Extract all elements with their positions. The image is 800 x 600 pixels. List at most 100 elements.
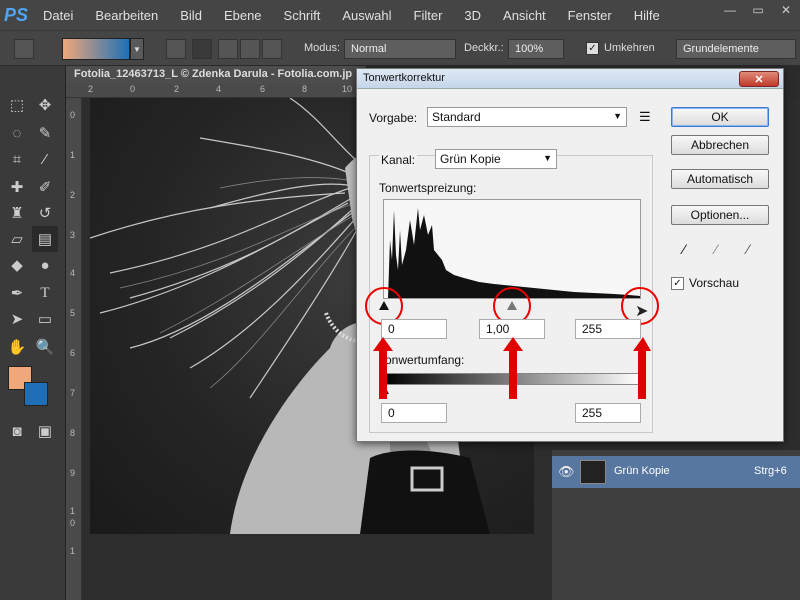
vertical-ruler: 0 1 2 3 4 5 6 7 8 9 1 0 1 [66,98,82,600]
ruler-tick-label: 3 [70,230,76,240]
auto-button[interactable]: Automatisch [671,169,769,189]
eye-icon[interactable]: 👁 [558,464,575,480]
menu-bar: PS Datei Bearbeiten Bild Ebene Schrift A… [0,0,800,30]
mode-select[interactable]: Normal [344,39,456,59]
gradient-picker[interactable] [62,38,130,60]
menu-window[interactable]: Fenster [557,8,623,23]
menu-view[interactable]: Ansicht [492,8,557,23]
lasso-tool-icon[interactable]: ◌ [4,120,30,146]
healing-tool-icon[interactable]: ✚ [4,174,30,200]
options-button[interactable]: Optionen... [671,205,769,225]
menu-type[interactable]: Schrift [273,8,332,23]
ruler-tick-label: 2 [70,190,76,200]
input-levels-label: Tonwertspreizung: [379,181,477,195]
reflected-gradient-icon[interactable] [240,39,260,59]
dialog-close-button[interactable]: ✕ [739,71,779,87]
opacity-input[interactable]: 100% [508,39,564,59]
menu-layer[interactable]: Ebene [213,8,273,23]
path-select-tool-icon[interactable]: ➤ [4,306,30,332]
history-brush-tool-icon[interactable]: ↺ [32,200,58,226]
mouse-cursor-icon: ➤ [635,303,649,320]
channel-select[interactable]: Grün Kopie ▼ [435,149,557,169]
marquee-tool-icon[interactable]: ⬚ [4,92,30,118]
move-tool-icon[interactable]: ✥ [32,92,58,118]
channel-value: Grün Kopie [440,152,501,166]
layer-name[interactable]: Grün Kopie [614,465,670,477]
menu-edit[interactable]: Bearbeiten [84,8,169,23]
black-eyedropper-icon[interactable]: ⁄ [683,241,685,257]
opacity-label: Deckkr.: [464,42,504,54]
gradient-dropdown-icon[interactable]: ▼ [130,38,144,60]
close-window-button[interactable]: ✕ [772,0,800,20]
preset-select[interactable]: Standard ▼ [427,107,627,127]
maximize-button[interactable]: ▭ [744,0,772,20]
shape-tool-icon[interactable]: ▭ [32,306,58,332]
screen-mode-icon[interactable]: ▣ [32,418,58,444]
red-arrow-icon [633,337,651,399]
ruler-tick-label: 2 [174,84,180,94]
ruler-tick-label: 6 [260,84,266,94]
input-gamma-field[interactable]: 1,00 [479,319,545,339]
white-eyedropper-icon[interactable]: ⁄ [747,241,749,257]
cancel-button[interactable]: Abbrechen [671,135,769,155]
blur-tool-icon[interactable]: ◆ [4,252,30,278]
minimize-button[interactable]: — [716,0,744,20]
quick-mask-icon[interactable]: ◙ [4,418,30,444]
angle-gradient-icon[interactable] [218,39,238,59]
reverse-checkbox[interactable]: ✓ [586,42,599,55]
diamond-gradient-icon[interactable] [262,39,282,59]
red-arrow-icon [503,337,523,399]
mode-label: Modus: [304,42,341,54]
ok-button[interactable]: OK [671,107,769,127]
preset-label: Vorgabe: [369,111,418,125]
eraser-tool-icon[interactable]: ▱ [4,226,30,252]
quick-select-tool-icon[interactable]: ✎ [32,120,58,146]
dialog-title: Tonwertkorrektur [357,69,783,89]
eyedropper-tool-icon[interactable]: ⁄ [32,146,58,172]
menu-3d[interactable]: 3D [453,8,492,23]
ruler-tick-label: 4 [216,84,222,94]
radial-gradient-icon[interactable] [192,39,212,59]
horizontal-ruler: 2 0 2 4 6 8 10 [66,84,356,98]
linear-gradient-icon[interactable] [166,39,186,59]
input-white-field[interactable]: 255 [575,319,641,339]
zoom-tool-icon[interactable]: 🔍 [32,334,58,360]
hand-tool-icon[interactable]: ✋ [4,334,30,360]
preset-options-icon[interactable]: ☰ [639,109,651,125]
dodge-tool-icon[interactable]: ● [32,252,58,278]
chevron-down-icon: ▼ [613,111,622,121]
tool-preset-icon[interactable] [14,39,34,59]
ruler-tick-label: 1 [70,150,76,160]
layer-thumbnail [580,460,606,484]
tools-panel: ⬚ ✥ ◌ ✎ ⌗ ⁄ ✚ ✐ ♜ ↺ ▱ ▤ ◆ ● ✒ T ➤ ▭ ✋ 🔍 … [0,66,66,600]
brush-tool-icon[interactable]: ✐ [32,174,58,200]
ruler-tick-label: 4 [70,268,76,278]
menu-file[interactable]: Datei [32,8,84,23]
workspace-select[interactable]: Grundelemente [676,39,796,59]
output-white-field[interactable]: 255 [575,403,641,423]
input-black-field[interactable]: 0 [381,319,447,339]
levels-dialog: Tonwertkorrektur ✕ Vorgabe: Standard ▼ ☰… [356,68,784,442]
annotation-arrows [373,337,651,399]
options-bar: ▼ Modus: Normal Deckkr.: 100% ✓ Umkehren… [0,30,800,66]
ruler-tick-label: 9 [70,468,76,478]
output-black-field[interactable]: 0 [381,403,447,423]
pen-tool-icon[interactable]: ✒ [4,280,30,306]
gradient-tool-icon[interactable]: ▤ [32,226,58,252]
crop-tool-icon[interactable]: ⌗ [4,146,30,172]
layer-row[interactable]: 👁 Grün Kopie Strg+6 [552,456,800,488]
menu-help[interactable]: Hilfe [623,8,671,23]
gray-eyedropper-icon[interactable]: ⁄ [715,241,717,257]
photoshop-logo: PS [3,4,28,25]
menu-select[interactable]: Auswahl [331,8,402,23]
preview-checkbox[interactable]: ✓ [671,277,684,290]
menu-filter[interactable]: Filter [403,8,454,23]
ruler-tick-label: 6 [70,348,76,358]
background-color-swatch[interactable] [24,382,48,406]
type-tool-icon[interactable]: T [32,280,58,306]
histogram [383,199,641,299]
menu-image[interactable]: Bild [169,8,213,23]
document-tab[interactable]: Fotolia_12463713_L © Zdenka Darula - Fot… [66,66,366,84]
stamp-tool-icon[interactable]: ♜ [4,200,30,226]
layer-shortcut: Strg+6 [754,465,787,477]
